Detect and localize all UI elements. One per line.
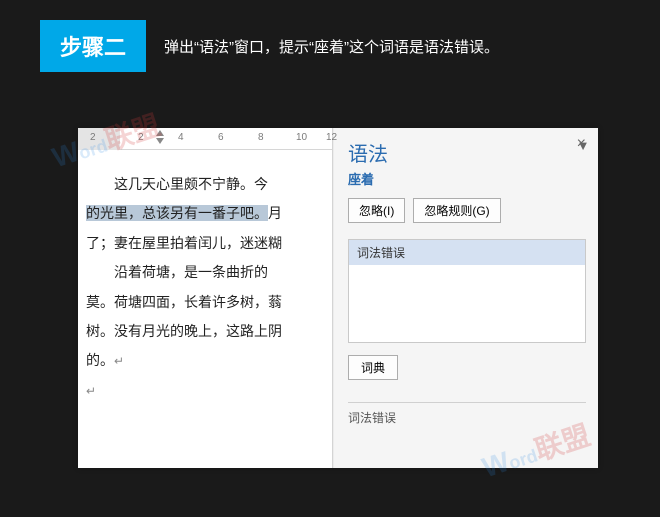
- ruler-tick: 2: [90, 132, 96, 143]
- step-badge: 步骤二: [40, 20, 146, 72]
- doc-line: 的光里，总该另有一番子吧。月: [86, 199, 332, 228]
- ruler-tick: 4: [178, 132, 184, 143]
- doc-line: 的。↵: [86, 346, 332, 375]
- flagged-word: 座着: [348, 169, 388, 188]
- indent-marker-bottom[interactable]: [156, 138, 164, 144]
- paragraph-mark-icon: ↵: [86, 384, 96, 398]
- suggestions-list[interactable]: 词法错误: [348, 239, 586, 343]
- grammar-task-pane: 语法 座着 ▼ × 忽略(I) 忽略规则(G) 词法错误 词典 词法错误: [333, 128, 598, 468]
- ruler-tick: 10: [296, 132, 307, 143]
- pane-header: 语法 座着 ▼ ×: [348, 138, 586, 188]
- ruler-tick: 6: [218, 132, 224, 143]
- indent-marker-top[interactable]: [156, 130, 164, 136]
- paragraph-mark-icon: ↵: [114, 354, 124, 368]
- pane-title: 语法: [348, 138, 388, 167]
- ruler-margin-shade: [78, 128, 120, 150]
- suggestion-item[interactable]: 词法错误: [349, 240, 585, 265]
- horizontal-ruler[interactable]: 2 2 4 6 8 10 12: [78, 128, 332, 150]
- action-buttons-row: 忽略(I) 忽略规则(G): [348, 198, 586, 223]
- tutorial-header: 步骤二 弹出“语法”窗口，提示“座着”这个词语是语法错误。: [0, 0, 660, 92]
- step-description: 弹出“语法”窗口，提示“座着”这个词语是语法错误。: [164, 36, 499, 57]
- doc-line: ↵: [86, 376, 332, 405]
- error-type-label: 词法错误: [348, 402, 586, 426]
- document-pane: 2 2 4 6 8 10 12 这几天心里颇不宁静。今 的光里，总该另有一番子吧…: [78, 128, 333, 468]
- word-app-window: 2 2 4 6 8 10 12 这几天心里颇不宁静。今 的光里，总该另有一番子吧…: [78, 128, 598, 468]
- dictionary-button[interactable]: 词典: [348, 355, 398, 380]
- highlighted-text: 的光里，总该另有一番子吧。: [86, 205, 268, 221]
- dictionary-row: 词典: [348, 355, 586, 380]
- ignore-button[interactable]: 忽略(I): [348, 198, 405, 223]
- doc-line: 了；妻在屋里拍着闰儿，迷迷糊: [86, 229, 332, 258]
- doc-line: 树。没有月光的晚上，这路上阴: [86, 317, 332, 346]
- pane-options-icon[interactable]: ▼: [577, 138, 590, 153]
- doc-line: 莫。荷塘四面，长着许多树，蓊: [86, 288, 332, 317]
- ignore-rule-button[interactable]: 忽略规则(G): [413, 198, 500, 223]
- document-body[interactable]: 这几天心里颇不宁静。今 的光里，总该另有一番子吧。月 了；妻在屋里拍着闰儿，迷迷…: [78, 150, 332, 468]
- ruler-tick: 12: [326, 132, 337, 143]
- doc-line: 沿着荷塘，是一条曲折的: [86, 258, 332, 287]
- ruler-tick: 8: [258, 132, 264, 143]
- doc-line: 这几天心里颇不宁静。今: [86, 170, 332, 199]
- ruler-tick: 2: [138, 132, 144, 143]
